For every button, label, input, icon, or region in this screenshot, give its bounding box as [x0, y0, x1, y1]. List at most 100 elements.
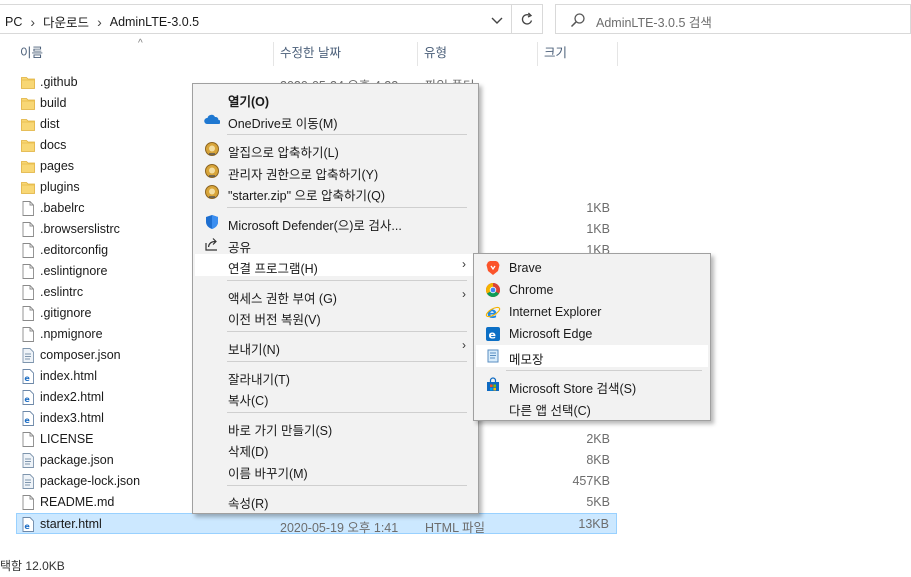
- menu-item-g[interactable]: 액세스 권한 부여 (G) ›: [195, 284, 476, 306]
- menu-item-internet-explorer[interactable]: e Internet Explorer: [476, 301, 708, 323]
- menu-item-y[interactable]: 관리자 권한으로 압축하기(Y): [195, 160, 476, 182]
- folder-icon: [21, 159, 35, 174]
- svg-text:e: e: [24, 395, 30, 404]
- menu-item-starter-zip-q[interactable]: "starter.zip" 으로 압축하기(Q): [195, 181, 476, 203]
- column-divider[interactable]: [417, 42, 418, 66]
- alzip-icon: [204, 184, 220, 200]
- folder-icon: [21, 180, 35, 195]
- menu-item-label: 액세스 권한 부여 (G): [228, 291, 337, 306]
- file-icon: [21, 201, 35, 216]
- menu-item-item[interactable]: 공유: [195, 233, 476, 255]
- file-icon: [21, 222, 35, 237]
- folder-icon: [21, 117, 35, 132]
- menu-item-v[interactable]: 이전 버전 복원(V): [195, 305, 476, 327]
- chevron-down-icon[interactable]: [488, 11, 506, 29]
- folder-icon: [21, 138, 35, 153]
- menu-item-label: 보내기(N): [228, 343, 280, 357]
- context-menu: 열기(O) OneDrive로 이동(M) 알집으로 압축하기(L) 관리자 권한으로…: [192, 83, 479, 514]
- menu-item-label: OneDrive로 이동(M): [228, 116, 338, 131]
- menu-item-chrome[interactable]: Chrome: [476, 279, 708, 301]
- file-size: 1KB: [586, 201, 610, 215]
- json-icon: [21, 348, 35, 363]
- menu-item-d[interactable]: 삭제(D): [195, 437, 476, 459]
- address-bar[interactable]: PC › 다운로드 › AdminLTE-3.0.5: [0, 4, 512, 34]
- menu-item-c[interactable]: 다른 앱 선택(C): [476, 396, 708, 418]
- file-type: HTML 파일: [425, 521, 486, 535]
- menu-separator: [227, 360, 467, 362]
- menu-item-onedrive-m[interactable]: OneDrive로 이동(M): [195, 109, 476, 131]
- column-divider[interactable]: [617, 42, 618, 66]
- menu-separator: [227, 411, 467, 413]
- menu-item-label: 삭제(D): [228, 445, 269, 460]
- menu-item-s[interactable]: 바로 가기 만들기(S): [195, 416, 476, 438]
- menu-item-n[interactable]: 보내기(N) ›: [195, 335, 476, 357]
- menu-item-label: Microsoft Edge: [509, 327, 593, 341]
- file-size: 2KB: [586, 432, 610, 446]
- edge-icon: e: [485, 326, 501, 342]
- menu-item-label: 이전 버전 복원(V): [228, 313, 321, 328]
- status-bar-selection: 택함 12.0KB: [0, 559, 65, 573]
- chrome-icon: [485, 282, 501, 298]
- file-name: docs: [40, 138, 67, 152]
- file-name: composer.json: [40, 348, 121, 362]
- svg-text:e: e: [489, 329, 496, 342]
- menu-item-microsoft-edge[interactable]: e Microsoft Edge: [476, 323, 708, 345]
- column-header-date[interactable]: 수정한 날짜: [277, 44, 417, 66]
- file-name: index2.html: [40, 390, 104, 404]
- breadcrumb: PC › 다운로드 › AdminLTE-3.0.5: [5, 12, 199, 31]
- file-name: starter.html: [40, 517, 102, 531]
- menu-item-label: 속성(R): [228, 496, 269, 511]
- file-name: package.json: [40, 453, 114, 467]
- chevron-right-icon: ›: [30, 13, 36, 30]
- file-name: .editorconfig: [40, 243, 109, 257]
- file-size: 457KB: [572, 474, 610, 488]
- file-name: .github: [40, 75, 78, 89]
- column-divider[interactable]: [537, 42, 538, 66]
- file-name: .eslintignore: [40, 264, 108, 278]
- column-header-size[interactable]: 크기: [541, 44, 617, 66]
- file-name: pages: [40, 159, 75, 173]
- menu-separator: [227, 484, 467, 486]
- menu-item-label: Internet Explorer: [509, 305, 602, 319]
- brave-icon: [485, 260, 501, 276]
- menu-item-label: 공유: [228, 240, 252, 255]
- menu-item-l[interactable]: 알집으로 압축하기(L): [195, 138, 476, 160]
- file-icon: [21, 243, 35, 258]
- search-box[interactable]: AdminLTE-3.0.5 검색: [555, 4, 911, 34]
- menu-separator: [227, 331, 467, 332]
- file-size: 5KB: [586, 495, 610, 509]
- menu-item-label: Brave: [509, 261, 542, 275]
- menu-item-item[interactable]: 메모장: [476, 345, 708, 367]
- menu-item-o[interactable]: 열기(O): [195, 87, 476, 109]
- breadcrumb-pc[interactable]: PC: [5, 15, 22, 29]
- menu-item-h[interactable]: 연결 프로그램(H) ›: [195, 254, 476, 277]
- menu-item-brave[interactable]: Brave: [476, 257, 708, 279]
- file-icon: [21, 432, 35, 447]
- menu-item-t[interactable]: 잘라내기(T): [195, 365, 476, 387]
- file-row-starter-html[interactable]: e starter.html 2020-05-19 오후 1:41 HTML 파일 13…: [16, 513, 617, 535]
- column-header-type[interactable]: 유형: [421, 44, 537, 66]
- refresh-button[interactable]: [512, 4, 543, 34]
- file-size: 13KB: [578, 517, 609, 531]
- html-icon: e: [21, 390, 35, 405]
- file-name: index.html: [40, 369, 97, 383]
- search-placeholder: AdminLTE-3.0.5 검색: [596, 16, 712, 30]
- menu-separator: [227, 279, 467, 281]
- menu-item-microsoft-store-s[interactable]: Microsoft Store 검색(S): [476, 374, 708, 396]
- svg-text:e: e: [24, 374, 30, 383]
- open-with-submenu: Brave Chrome e Internet Explorer e Microsoft …: [473, 253, 711, 421]
- column-header-name[interactable]: 이름: [17, 44, 273, 66]
- file-name: .npmignore: [40, 327, 103, 341]
- breadcrumb-adminlte[interactable]: AdminLTE-3.0.5: [110, 15, 199, 29]
- menu-item-c[interactable]: 복사(C): [195, 386, 476, 408]
- alzip-icon: [204, 141, 220, 157]
- folder-icon: [21, 75, 35, 90]
- json-icon: [21, 474, 35, 489]
- menu-item-microsoft-defender[interactable]: Microsoft Defender(으)로 검사...: [195, 211, 476, 233]
- menu-item-m[interactable]: 이름 바꾸기(M): [195, 459, 476, 481]
- menu-item-label: 잘라내기(T): [228, 372, 290, 387]
- column-divider[interactable]: [273, 42, 274, 66]
- menu-item-r[interactable]: 속성(R): [195, 489, 476, 511]
- menu-item-label: Microsoft Defender(으)로 검사...: [228, 219, 402, 233]
- breadcrumb-downloads[interactable]: 다운로드: [43, 12, 89, 31]
